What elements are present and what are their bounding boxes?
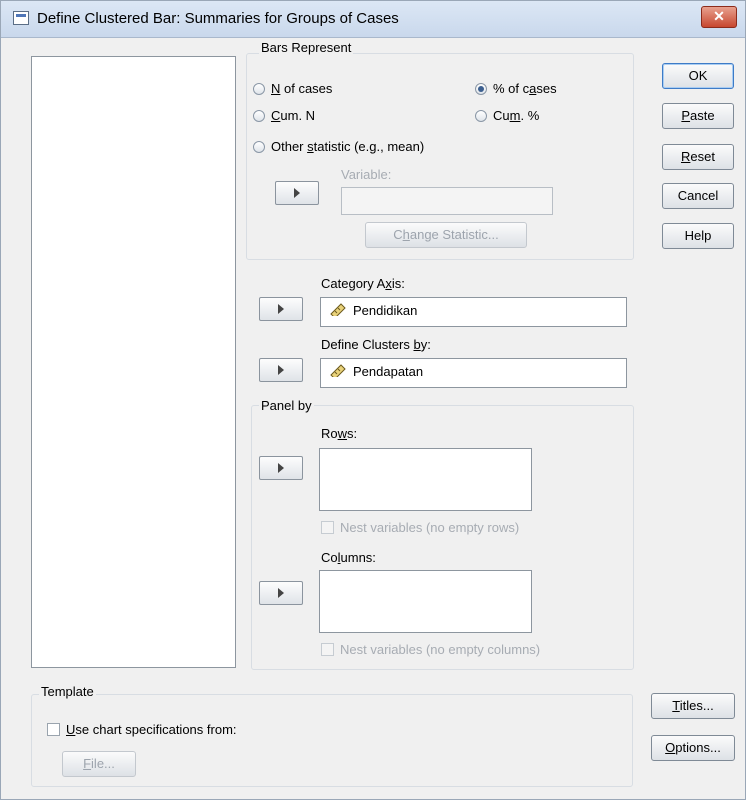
- template-legend: Template: [39, 684, 96, 699]
- right-arrow-icon: [278, 463, 284, 473]
- change-statistic-button[interactable]: Change Statistic...: [365, 222, 527, 248]
- nest-rows-checkbox[interactable]: Nest variables (no empty rows): [321, 520, 519, 535]
- use-chart-spec-label: Use chart specifications from:: [66, 722, 237, 737]
- radio-label: N of cases: [271, 81, 333, 96]
- window-title: Define Clustered Bar: Summaries for Grou…: [37, 10, 399, 27]
- panel-by-legend: Panel by: [259, 398, 314, 413]
- category-axis-field[interactable]: Pendidikan: [320, 297, 627, 327]
- radio-indicator: [253, 82, 265, 95]
- category-axis-value: Pendidikan: [353, 303, 418, 318]
- radio-label: Other statistic (e.g., mean): [271, 139, 425, 154]
- ruler-icon: [330, 303, 346, 316]
- titles-button[interactable]: Titles...: [651, 693, 735, 719]
- checkbox-box: [321, 521, 334, 534]
- checkbox-box: [47, 723, 60, 736]
- rows-field[interactable]: [319, 448, 532, 511]
- cancel-button[interactable]: Cancel: [662, 183, 734, 209]
- category-axis-label: Category Axis:: [321, 276, 405, 291]
- ruler-icon: [330, 364, 346, 377]
- bars-represent-legend: Bars Represent: [259, 40, 354, 55]
- define-clusters-label: Define Clusters by:: [321, 337, 431, 352]
- move-define-clusters-button[interactable]: [259, 358, 303, 382]
- window-icon: [13, 11, 29, 25]
- move-columns-button[interactable]: [259, 581, 303, 605]
- dialog-window: Define Clustered Bar: Summaries for Grou…: [0, 0, 746, 800]
- variable-label: Variable:: [341, 167, 392, 182]
- ok-button[interactable]: OK: [662, 63, 734, 89]
- paste-button[interactable]: Paste: [662, 103, 734, 129]
- radio-indicator: [253, 140, 265, 153]
- radio-indicator-selected: [475, 82, 487, 95]
- columns-label: Columns:: [321, 550, 376, 565]
- source-variable-list[interactable]: [31, 56, 236, 668]
- radio-percent-of-cases[interactable]: % of cases: [475, 81, 557, 96]
- right-arrow-icon: [278, 304, 284, 314]
- right-arrow-icon: [278, 365, 284, 375]
- nest-rows-label: Nest variables (no empty rows): [340, 520, 520, 535]
- help-button[interactable]: Help: [662, 223, 734, 249]
- define-clusters-field[interactable]: Pendapatan: [320, 358, 627, 388]
- right-arrow-icon: [278, 588, 284, 598]
- use-chart-spec-checkbox[interactable]: Use chart specifications from:: [47, 722, 237, 737]
- checkbox-box: [321, 643, 334, 656]
- radio-cum-percent[interactable]: Cum. %: [475, 108, 539, 123]
- move-category-axis-button[interactable]: [259, 297, 303, 321]
- radio-label: Cum. N: [271, 108, 316, 123]
- radio-n-of-cases[interactable]: N of cases: [253, 81, 332, 96]
- variable-field[interactable]: [341, 187, 553, 215]
- radio-label: Cum. %: [493, 108, 540, 123]
- define-clusters-value: Pendapatan: [353, 364, 424, 379]
- options-button[interactable]: Options...: [651, 735, 735, 761]
- nest-columns-label: Nest variables (no empty columns): [340, 642, 541, 657]
- close-button[interactable]: ✕: [701, 6, 737, 28]
- title-bar: Define Clustered Bar: Summaries for Grou…: [1, 1, 745, 38]
- move-variable-button[interactable]: [275, 181, 319, 205]
- reset-button[interactable]: Reset: [662, 144, 734, 170]
- file-button[interactable]: File...: [62, 751, 136, 777]
- nest-columns-checkbox[interactable]: Nest variables (no empty columns): [321, 642, 540, 657]
- columns-field[interactable]: [319, 570, 532, 633]
- radio-other-statistic[interactable]: Other statistic (e.g., mean): [253, 139, 424, 154]
- right-arrow-icon: [294, 188, 300, 198]
- rows-label: Rows:: [321, 426, 358, 441]
- radio-cum-n[interactable]: Cum. N: [253, 108, 315, 123]
- radio-indicator: [253, 109, 265, 122]
- radio-indicator: [475, 109, 487, 122]
- radio-label: % of cases: [493, 81, 557, 96]
- move-rows-button[interactable]: [259, 456, 303, 480]
